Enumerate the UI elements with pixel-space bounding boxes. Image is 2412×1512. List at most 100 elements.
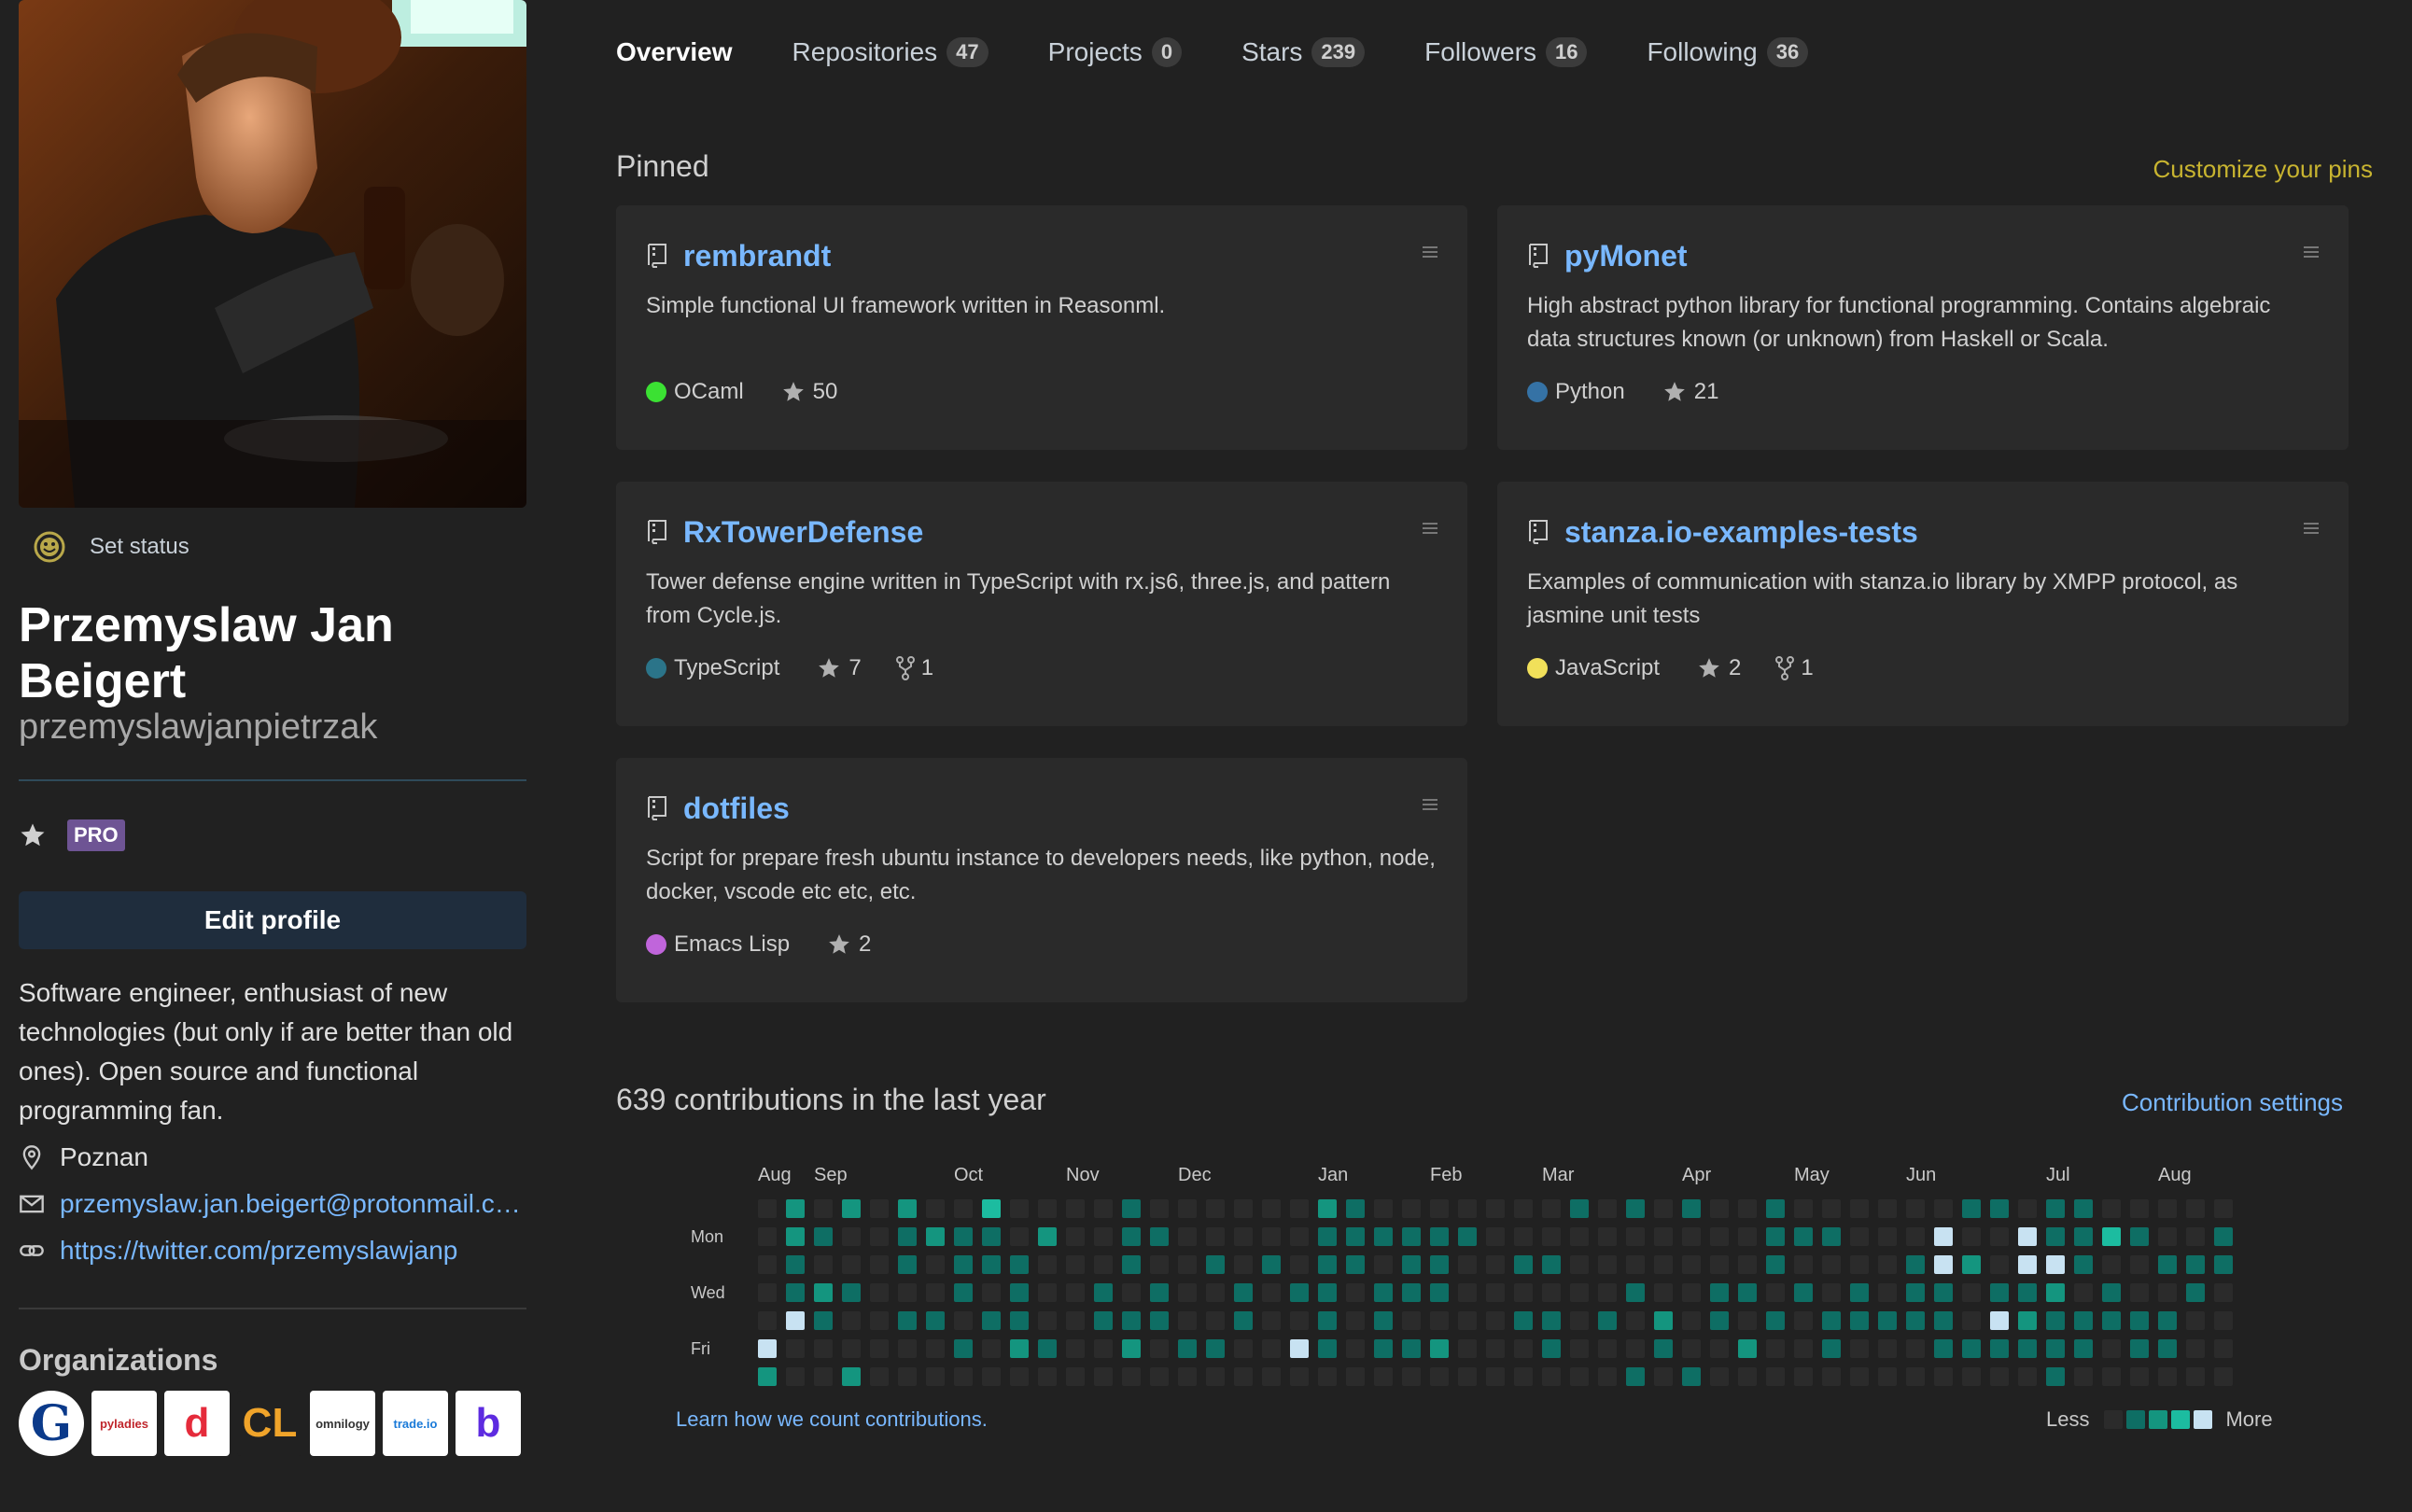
contribution-day[interactable] [1962, 1283, 1981, 1302]
contribution-day[interactable] [1262, 1227, 1281, 1246]
contribution-day[interactable] [1990, 1227, 2009, 1246]
contribution-day[interactable] [1290, 1227, 1309, 1246]
contribution-day[interactable] [2018, 1199, 2037, 1218]
contribution-day[interactable] [2046, 1311, 2065, 1330]
contribution-day[interactable] [842, 1311, 861, 1330]
contribution-day[interactable] [758, 1339, 777, 1358]
contribution-day[interactable] [2102, 1367, 2121, 1386]
contribution-day[interactable] [1206, 1339, 1225, 1358]
contribution-day[interactable] [2102, 1199, 2121, 1218]
contribution-day[interactable] [1766, 1255, 1785, 1274]
contribution-day[interactable] [2018, 1367, 2037, 1386]
contribution-day[interactable] [2186, 1283, 2205, 1302]
contribution-day[interactable] [1402, 1339, 1421, 1358]
contribution-day[interactable] [1514, 1199, 1533, 1218]
pro-badge[interactable]: PRO [67, 819, 125, 851]
contribution-day[interactable] [758, 1311, 777, 1330]
contribution-day[interactable] [1878, 1255, 1897, 1274]
contribution-day[interactable] [1290, 1311, 1309, 1330]
contribution-day[interactable] [1150, 1367, 1169, 1386]
contribution-day[interactable] [2130, 1283, 2149, 1302]
contribution-day[interactable] [1794, 1367, 1813, 1386]
contribution-day[interactable] [1458, 1199, 1477, 1218]
contribution-day[interactable] [1794, 1199, 1813, 1218]
contribution-day[interactable] [1514, 1311, 1533, 1330]
contribution-day[interactable] [1514, 1367, 1533, 1386]
repo-stars-link[interactable]: 21 [1662, 379, 1718, 405]
repo-name-link[interactable]: pyMonet [1564, 239, 1688, 273]
contribution-day[interactable] [2046, 1255, 2065, 1274]
contribution-day[interactable] [1122, 1255, 1141, 1274]
contribution-day[interactable] [2018, 1311, 2037, 1330]
contribution-day[interactable] [1934, 1339, 1953, 1358]
contribution-day[interactable] [1234, 1311, 1253, 1330]
contribution-day[interactable] [1178, 1339, 1197, 1358]
contribution-day[interactable] [1962, 1367, 1981, 1386]
contribution-day[interactable] [1710, 1199, 1729, 1218]
contribution-day[interactable] [1318, 1311, 1337, 1330]
contribution-day[interactable] [1822, 1367, 1841, 1386]
avatar[interactable] [19, 0, 526, 508]
contribution-day[interactable] [758, 1367, 777, 1386]
contribution-day[interactable] [2214, 1283, 2233, 1302]
website-link[interactable]: https://twitter.com/przemyslawjanp [60, 1236, 457, 1266]
contribution-day[interactable] [1234, 1255, 1253, 1274]
contribution-day[interactable] [954, 1199, 973, 1218]
contribution-day[interactable] [1290, 1199, 1309, 1218]
set-status-button[interactable]: Set status [34, 528, 526, 566]
contribution-day[interactable] [1794, 1255, 1813, 1274]
contribution-day[interactable] [1710, 1367, 1729, 1386]
contribution-day[interactable] [1850, 1255, 1869, 1274]
contribution-day[interactable] [1458, 1227, 1477, 1246]
contribution-day[interactable] [1598, 1227, 1617, 1246]
contribution-day[interactable] [2158, 1367, 2177, 1386]
drag-handle-icon[interactable] [1421, 795, 1439, 814]
contribution-day[interactable] [1430, 1227, 1449, 1246]
contribution-day[interactable] [842, 1199, 861, 1218]
contribution-day[interactable] [954, 1283, 973, 1302]
contribution-day[interactable] [842, 1255, 861, 1274]
contribution-day[interactable] [982, 1283, 1001, 1302]
contribution-day[interactable] [1878, 1283, 1897, 1302]
contribution-day[interactable] [1318, 1199, 1337, 1218]
contribution-day[interactable] [2046, 1227, 2065, 1246]
contribution-day[interactable] [1402, 1255, 1421, 1274]
contribution-day[interactable] [1598, 1367, 1617, 1386]
contribution-day[interactable] [1094, 1367, 1113, 1386]
contribution-day[interactable] [786, 1255, 805, 1274]
contribution-day[interactable] [870, 1367, 889, 1386]
contribution-day[interactable] [2214, 1339, 2233, 1358]
contribution-day[interactable] [1150, 1283, 1169, 1302]
contribution-day[interactable] [1934, 1227, 1953, 1246]
contribution-day[interactable] [1178, 1367, 1197, 1386]
contribution-day[interactable] [1906, 1311, 1925, 1330]
contribution-day[interactable] [1710, 1255, 1729, 1274]
contribution-day[interactable] [1318, 1227, 1337, 1246]
contribution-day[interactable] [1934, 1311, 1953, 1330]
contribution-day[interactable] [1150, 1311, 1169, 1330]
contribution-day[interactable] [1374, 1199, 1393, 1218]
contribution-day[interactable] [926, 1255, 945, 1274]
contribution-day[interactable] [1850, 1283, 1869, 1302]
repo-name-link[interactable]: rembrandt [683, 239, 831, 273]
contribution-day[interactable] [1822, 1311, 1841, 1330]
contribution-day[interactable] [1066, 1227, 1085, 1246]
contribution-day[interactable] [1626, 1255, 1645, 1274]
org-logo-b[interactable]: b [456, 1391, 521, 1456]
contribution-day[interactable] [1738, 1199, 1757, 1218]
contribution-day[interactable] [982, 1339, 1001, 1358]
contribution-day[interactable] [1038, 1227, 1057, 1246]
contribution-day[interactable] [1654, 1339, 1673, 1358]
repo-stars-link[interactable]: 7 [817, 655, 862, 681]
contribution-day[interactable] [1458, 1311, 1477, 1330]
contribution-day[interactable] [1766, 1339, 1785, 1358]
contribution-day[interactable] [1822, 1255, 1841, 1274]
contribution-day[interactable] [1598, 1283, 1617, 1302]
contribution-day[interactable] [898, 1339, 917, 1358]
contribution-day[interactable] [1570, 1199, 1589, 1218]
contribution-day[interactable] [2214, 1199, 2233, 1218]
contribution-day[interactable] [1542, 1339, 1561, 1358]
contribution-day[interactable] [1010, 1255, 1029, 1274]
contribution-day[interactable] [1570, 1367, 1589, 1386]
contribution-day[interactable] [1094, 1311, 1113, 1330]
